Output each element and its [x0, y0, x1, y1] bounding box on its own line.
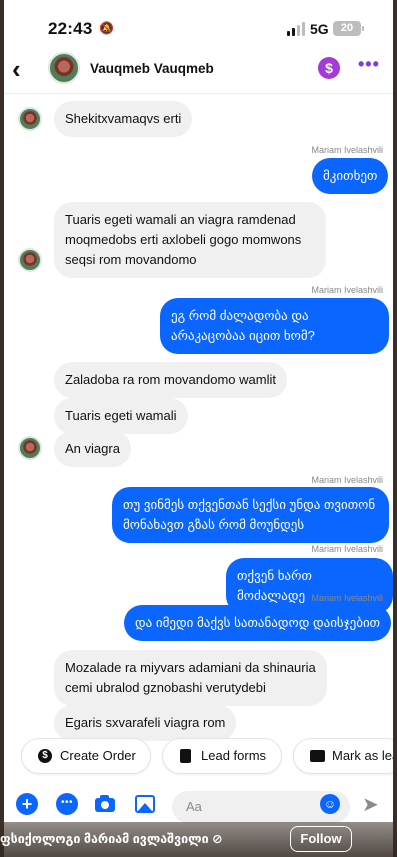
contact-avatar-small — [18, 248, 42, 272]
contact-avatar-small — [18, 436, 42, 460]
message-incoming[interactable]: An viagra — [54, 431, 131, 467]
caption-text: ფსიქოლოგი მარიამ ივლაშვილი ⊘ — [0, 832, 223, 846]
bell-muted-icon: 🔕 — [99, 21, 114, 35]
sender-name: Mariam Ivelashvili — [311, 145, 383, 155]
network-label: 5G — [310, 21, 329, 37]
back-icon[interactable]: ‹ — [12, 56, 21, 82]
message-incoming[interactable]: Tuaris egeti wamali — [54, 398, 188, 434]
more-options-icon[interactable]: ••• — [56, 793, 78, 815]
form-icon — [180, 749, 191, 763]
message-incoming[interactable]: Mozalade ra miyvars adamiani da shinauri… — [54, 650, 327, 706]
chat-header: ‹ Vauqmeb Vauqmeb $ ••• — [4, 44, 393, 94]
sender-name: Mariam Ivelashvili — [311, 593, 383, 603]
create-order-label: Create Order — [60, 748, 136, 763]
create-order-button[interactable]: $ Create Order — [22, 739, 150, 773]
send-icon[interactable]: ➤ — [362, 795, 384, 815]
message-incoming[interactable]: Egaris sxvarafeli viagra rom — [54, 705, 237, 741]
status-bar: 22:43 🔕 5G 20 — [4, 0, 393, 44]
video-caption-overlay: ფსიქოლოგი მარიამ ივლაშვილი ⊘ Follow — [0, 822, 397, 857]
camera-icon[interactable] — [94, 793, 116, 815]
follow-button[interactable]: Follow — [290, 826, 352, 852]
payment-icon[interactable]: $ — [318, 57, 340, 79]
contact-avatar[interactable] — [48, 52, 80, 84]
message-outgoing[interactable]: მკითხეთ — [312, 158, 389, 194]
mark-as-lead-label: Mark as lea — [332, 748, 393, 763]
lead-forms-label: Lead forms — [201, 748, 267, 763]
battery-icon: 20 — [333, 21, 361, 36]
messenger-screen: 22:43 🔕 5G 20 ‹ Vauqmeb Vauqmeb $ ••• Sh… — [4, 0, 393, 857]
gallery-icon[interactable] — [134, 793, 156, 815]
sender-name: Mariam Ivelashvili — [311, 285, 383, 295]
more-icon[interactable]: ••• — [358, 54, 380, 75]
sender-name: Mariam Ivelashvili — [311, 544, 383, 554]
emoji-icon[interactable]: ☺ — [320, 794, 340, 814]
contact-avatar-small — [18, 107, 42, 131]
message-incoming[interactable]: Zaladoba ra rom movandomo wamlit — [54, 362, 287, 398]
message-outgoing[interactable]: და იმედი მაქვს სათანადოდ დაისჯებით — [124, 605, 392, 641]
dollar-circle-icon: $ — [38, 749, 52, 763]
sender-name: Mariam Ivelashvili — [311, 475, 383, 485]
message-outgoing[interactable]: ეგ რომ ძალადობა და არაკაცობაა იცით ხომ? — [160, 298, 389, 354]
mark-as-lead-button[interactable]: Mark as lea — [294, 739, 393, 773]
lead-forms-button[interactable]: Lead forms — [163, 739, 281, 773]
contact-name[interactable]: Vauqmeb Vauqmeb — [90, 61, 214, 76]
plus-icon[interactable]: + — [16, 793, 38, 815]
message-outgoing[interactable]: თუ ვინმეს თქვენთან სექსი უნდა თვითონ მონ… — [112, 487, 389, 543]
status-time: 22:43 — [48, 19, 93, 38]
message-incoming[interactable]: Tuaris egeti wamali an viagra ramdenad m… — [54, 202, 326, 278]
message-incoming[interactable]: Shekitxvamaqvs erti — [54, 101, 193, 137]
tag-card-icon — [310, 750, 325, 762]
signal-icon — [287, 22, 307, 36]
battery-tip — [362, 26, 364, 31]
